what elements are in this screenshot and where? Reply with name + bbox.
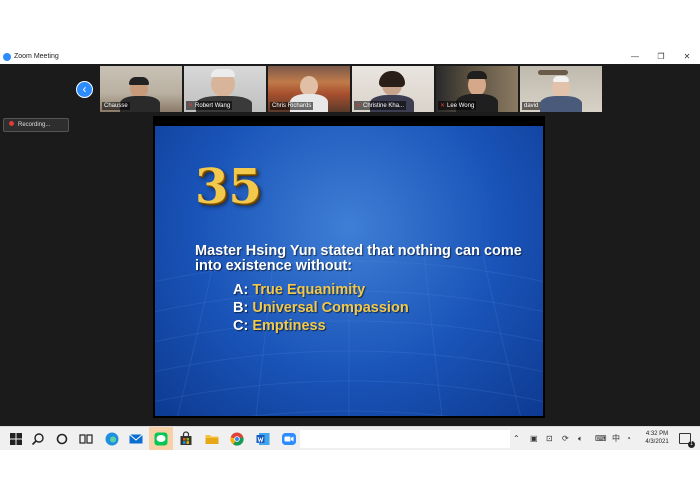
- screen: Zoom Meeting — ❐ ✕ ‹ Chausse ✕ Robert Wan…: [0, 50, 700, 450]
- ime-indicator[interactable]: 中: [612, 434, 620, 444]
- file-explorer-icon[interactable]: [204, 431, 220, 447]
- zoom-icon[interactable]: [281, 431, 297, 447]
- record-icon: [9, 120, 14, 126]
- taskbar-search-area[interactable]: [300, 430, 510, 448]
- window-title: Zoom Meeting: [14, 53, 59, 60]
- question-text: Master Hsing Yun stated that nothing can…: [195, 243, 522, 274]
- participant-tile[interactable]: ✕ Christine Kha...: [352, 66, 434, 112]
- question-number: 35: [195, 159, 262, 215]
- participant-name: david: [522, 102, 541, 110]
- search-icon[interactable]: [30, 431, 46, 447]
- quiz-slide: 35 Master Hsing Yun stated that nothing …: [155, 126, 543, 416]
- edge-icon[interactable]: [104, 431, 120, 447]
- cortana-icon[interactable]: [54, 431, 70, 447]
- wifi-icon[interactable]: ◔: [626, 434, 631, 444]
- answer-option-a: A: True Equanimity: [233, 282, 366, 298]
- participant-name: Chris Richards: [270, 102, 314, 110]
- store-icon[interactable]: [178, 431, 194, 447]
- muted-mic-icon: ✕: [188, 103, 194, 109]
- title-bar: Zoom Meeting — ❐ ✕: [0, 50, 700, 64]
- muted-mic-icon: ✕: [356, 103, 362, 109]
- mail-icon[interactable]: [128, 431, 144, 447]
- task-view-icon[interactable]: [78, 431, 94, 447]
- notification-count: 1: [688, 441, 695, 448]
- participant-tile[interactable]: ✕ Robert Wang: [184, 66, 266, 112]
- muted-mic-icon: ✕: [440, 103, 446, 109]
- participant-gallery: ‹ Chausse ✕ Robert Wang Chris Richards ✕…: [0, 64, 700, 114]
- clock-date: 4/3/2021: [645, 439, 669, 445]
- word-icon[interactable]: [255, 431, 271, 447]
- participant-name: Chausse: [102, 102, 130, 110]
- display-icon[interactable]: ⊡: [546, 434, 553, 444]
- participant-tile[interactable]: Chausse: [100, 66, 182, 112]
- chrome-icon[interactable]: [229, 431, 245, 447]
- gallery-back-button[interactable]: ‹: [76, 81, 93, 98]
- participant-tile[interactable]: ✕ Lee Wong: [436, 66, 518, 112]
- participant-tile[interactable]: david: [520, 66, 602, 112]
- participant-name: ✕ Lee Wong: [438, 101, 477, 110]
- answer-option-c: C: Emptiness: [233, 318, 326, 334]
- volume-icon[interactable]: 🔈︎: [578, 434, 583, 444]
- participant-name: ✕ Robert Wang: [186, 101, 233, 110]
- zoom-app-icon: [3, 53, 11, 61]
- maximize-button[interactable]: ❐: [648, 50, 674, 64]
- notification-icon[interactable]: 1: [679, 433, 695, 448]
- close-button[interactable]: ✕: [674, 50, 700, 64]
- clock-time: 4:32 PM: [645, 431, 669, 437]
- chevron-up-icon[interactable]: ⌃: [513, 434, 520, 444]
- system-clock[interactable]: 4:32 PM 4/3/2021: [640, 430, 674, 446]
- shared-screen: 35 Master Hsing Yun stated that nothing …: [153, 116, 545, 418]
- network-icon[interactable]: ▣: [530, 434, 538, 444]
- windows-start-icon[interactable]: [8, 431, 24, 447]
- minimize-button[interactable]: —: [622, 50, 648, 64]
- recording-indicator[interactable]: Recording...: [3, 118, 69, 132]
- windows-taskbar: ⌃ ▣ ⊡ ⟳ 🔈︎ ⌨ 中 ◔ 4:32 PM 4/3/2021 1: [0, 426, 700, 450]
- keyboard-icon[interactable]: ⌨: [595, 434, 607, 444]
- line-app-icon[interactable]: [153, 431, 169, 447]
- answer-option-b: B: Universal Compassion: [233, 300, 409, 316]
- participant-tile[interactable]: Chris Richards: [268, 66, 350, 112]
- sync-icon[interactable]: ⟳: [562, 434, 569, 444]
- participant-name: ✕ Christine Kha...: [354, 101, 407, 110]
